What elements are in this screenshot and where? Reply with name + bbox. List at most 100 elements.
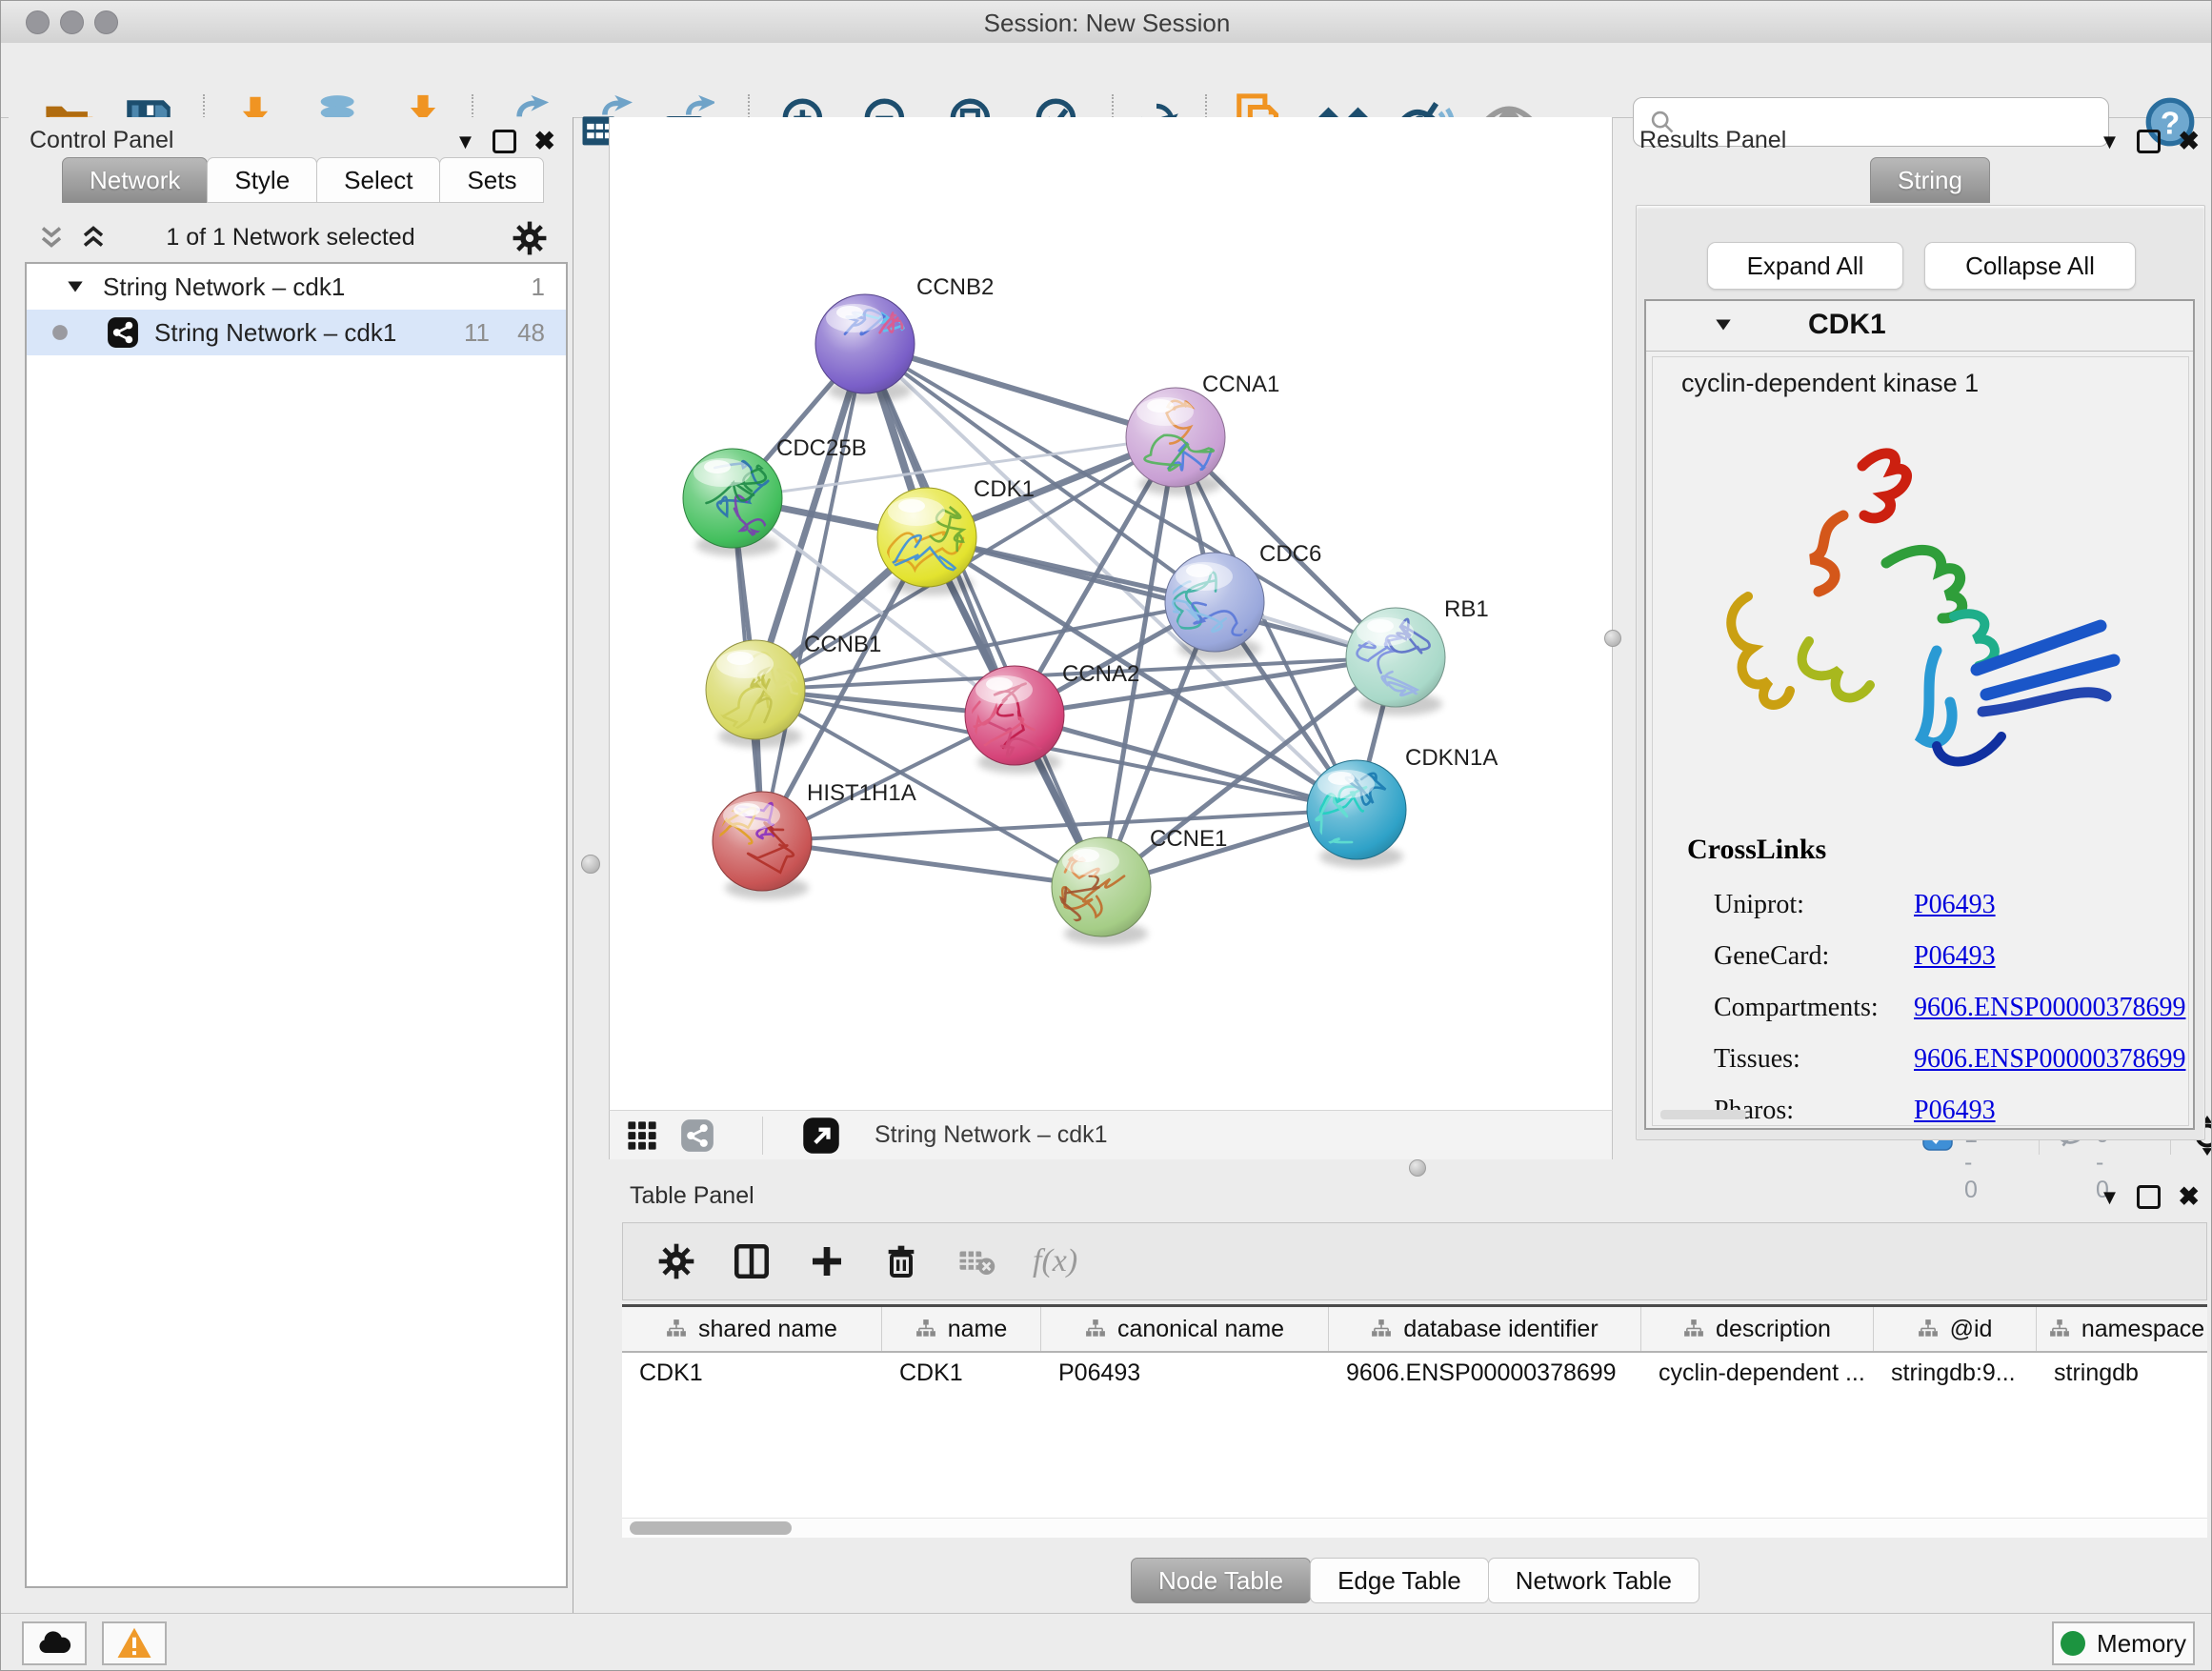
crosslink-row: Tissues:9606.ENSP00000378699 <box>1687 1034 2185 1085</box>
network-view-canvas[interactable]: CCNB2CCNA1CDC25BCDK1CDC6RB1CCNB1CCNA2CDK… <box>609 117 1613 1110</box>
panel-menu-icon[interactable]: ▼ <box>2100 1187 2121 1208</box>
collapse-all-button[interactable]: Collapse All <box>1924 242 2136 290</box>
tab-string[interactable]: String <box>1870 157 1990 203</box>
crosslink-link[interactable]: P06493 <box>1914 941 1996 972</box>
column-header-label: name <box>948 1316 1008 1343</box>
network-view-mode-icon[interactable] <box>680 1118 714 1153</box>
table-hscrollbar-thumb[interactable] <box>630 1521 792 1535</box>
network-selection-status: 1 of 1 Network selected <box>9 224 573 252</box>
node-label-CCNE1: CCNE1 <box>1150 826 1227 852</box>
column-header-name[interactable]: name <box>882 1307 1041 1351</box>
current-network-name: String Network – cdk1 <box>875 1121 1108 1149</box>
window-title: Session: New Session <box>1 9 2212 38</box>
table-cell[interactable]: stringdb:9... <box>1874 1353 2037 1395</box>
panel-menu-icon[interactable]: ▼ <box>2100 131 2121 152</box>
collection-count: 1 <box>532 272 545 302</box>
panel-menu-icon[interactable]: ▼ <box>455 131 476 152</box>
node-CDKN1A[interactable] <box>1307 760 1406 868</box>
node-RB1[interactable] <box>1346 608 1445 715</box>
column-header-description[interactable]: description <box>1641 1307 1874 1351</box>
close-panel-icon[interactable]: ✖ <box>2178 1184 2200 1210</box>
edge-CDK1-RB1[interactable] <box>927 537 1396 657</box>
tab-network-table[interactable]: Network Table <box>1488 1558 1699 1603</box>
cloud-button[interactable] <box>22 1621 87 1665</box>
column-header-canonical-name[interactable]: canonical name <box>1041 1307 1329 1351</box>
node-CCNB1[interactable] <box>706 640 805 748</box>
crosslink-link[interactable]: 9606.ENSP00000378699 <box>1914 1044 2185 1075</box>
add-column-icon[interactable] <box>808 1242 846 1280</box>
node-CDC25B[interactable] <box>683 449 782 556</box>
title-bar: Session: New Session <box>1 1 2212 44</box>
table-panel-title: Table Panel <box>630 1182 754 1209</box>
table-row[interactable]: CDK1CDK1P064939606.ENSP00000378699cyclin… <box>622 1353 2207 1395</box>
column-header-label: canonical name <box>1117 1316 1284 1343</box>
column-header-label: database identifier <box>1403 1316 1598 1343</box>
memory-label: Memory <box>2097 1629 2186 1659</box>
crosslink-link[interactable]: 9606.ENSP00000378699 <box>1914 993 2185 1023</box>
table-cell[interactable]: CDK1 <box>622 1353 882 1395</box>
network-collection-row[interactable]: String Network – cdk1 1 <box>27 264 566 310</box>
left-splitter-handle[interactable] <box>581 855 600 874</box>
main-toolbar: ? <box>1 43 2212 118</box>
node-HIST1H1A[interactable] <box>713 792 812 899</box>
crosslink-label: Compartments: <box>1687 993 1914 1023</box>
float-panel-icon[interactable] <box>2137 1185 2161 1209</box>
crosslink-link[interactable]: P06493 <box>1914 1096 1996 1126</box>
table-cell[interactable]: stringdb <box>2037 1353 2207 1395</box>
application-window: Session: New Session <box>0 0 2212 1671</box>
tab-network[interactable]: Network <box>62 157 208 203</box>
collection-expander-icon[interactable] <box>65 276 86 297</box>
network-graph[interactable]: CCNB2CCNA1CDC25BCDK1CDC6RB1CCNB1CCNA2CDK… <box>610 117 1612 1108</box>
column-header-shared-name[interactable]: shared name <box>622 1307 882 1351</box>
edge-HIST1H1A-CCNE1[interactable] <box>762 841 1101 887</box>
tab-edge-table[interactable]: Edge Table <box>1310 1558 1489 1603</box>
control-panel-title: Control Panel <box>30 127 173 153</box>
table-cell[interactable]: P06493 <box>1041 1353 1329 1395</box>
tab-sets[interactable]: Sets <box>439 157 544 203</box>
crosslink-label: Uniprot: <box>1687 890 1914 920</box>
table-cell[interactable]: cyclin-dependent ... <box>1641 1353 1874 1395</box>
node-label-CCNA2: CCNA2 <box>1062 661 1139 687</box>
protein-name: CDK1 <box>1808 309 1886 341</box>
delete-column-icon[interactable] <box>882 1242 920 1280</box>
protein-structure-image <box>1691 420 2158 820</box>
grid-view-icon[interactable] <box>625 1118 659 1153</box>
tab-select[interactable]: Select <box>316 157 440 203</box>
tab-style[interactable]: Style <box>207 157 317 203</box>
node-CDK1[interactable] <box>877 488 976 595</box>
close-panel-icon[interactable]: ✖ <box>2178 129 2200 154</box>
node-CCNA1[interactable] <box>1126 388 1225 495</box>
warnings-button[interactable] <box>102 1621 167 1665</box>
results-hscrollbar[interactable] <box>1660 1110 1746 1119</box>
edge-CCNB2-HIST1H1A[interactable] <box>762 344 865 841</box>
right-splitter-handle[interactable] <box>1604 630 1621 647</box>
network-status-dot <box>51 324 69 341</box>
tab-node-table[interactable]: Node Table <box>1131 1558 1311 1603</box>
memory-button[interactable]: Memory <box>2052 1621 2195 1665</box>
string-results-container: Expand All Collapse All CDK1 cyclin-depe… <box>1636 205 2205 1140</box>
column-header-namespace[interactable]: namespace <box>2037 1307 2207 1351</box>
float-panel-icon[interactable] <box>493 130 516 153</box>
network-row-selected[interactable]: String Network – cdk1 11 48 <box>27 310 566 355</box>
column-header-label: namespace <box>2081 1316 2204 1343</box>
node-CCNE1[interactable] <box>1052 837 1151 945</box>
crosslink-link[interactable]: P06493 <box>1914 890 1996 920</box>
protein-expander-icon[interactable] <box>1713 314 1734 335</box>
detach-view-icon[interactable] <box>802 1117 840 1155</box>
node-CCNA2[interactable] <box>965 666 1064 774</box>
network-options-gear-icon[interactable] <box>512 220 548 256</box>
close-panel-icon[interactable]: ✖ <box>533 129 555 154</box>
column-header-id[interactable]: @id <box>1874 1307 2037 1351</box>
column-header-database-identifier[interactable]: database identifier <box>1329 1307 1641 1351</box>
table-cell[interactable]: CDK1 <box>882 1353 1041 1395</box>
results-panel-title: Results Panel <box>1639 127 1786 153</box>
table-cell[interactable]: 9606.ENSP00000378699 <box>1329 1353 1641 1395</box>
crosslink-row: Pharos:P06493 <box>1687 1085 2185 1137</box>
table-options-gear-icon[interactable] <box>657 1242 695 1280</box>
node-table: shared name name canonical name database id… <box>622 1304 2207 1520</box>
float-panel-icon[interactable] <box>2137 130 2161 153</box>
protein-header-row[interactable]: CDK1 <box>1646 301 2193 352</box>
table-hscrollbar[interactable] <box>622 1518 2207 1538</box>
expand-all-button[interactable]: Expand All <box>1707 242 1903 290</box>
show-columns-icon[interactable] <box>732 1241 772 1281</box>
